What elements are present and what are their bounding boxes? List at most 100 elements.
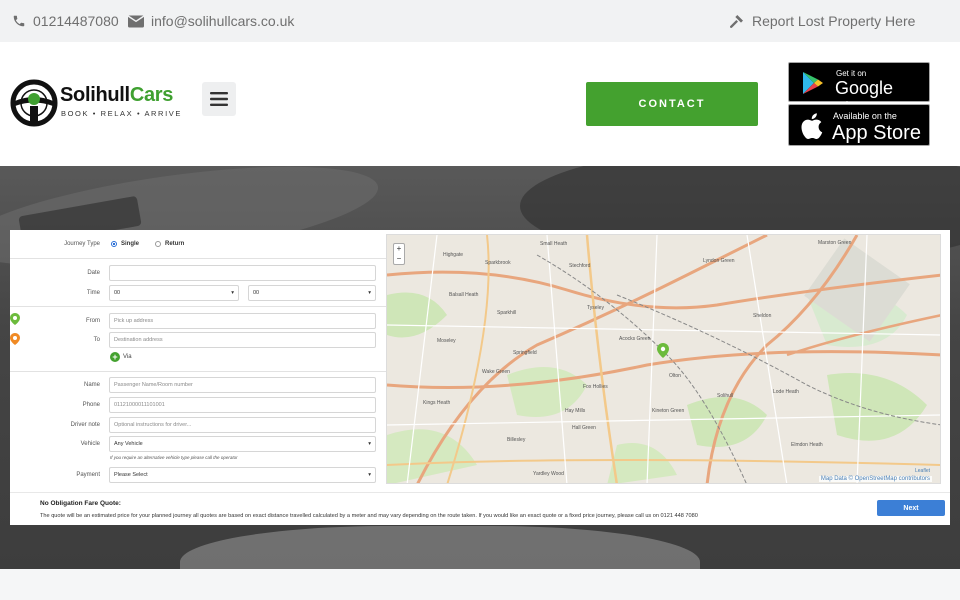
vehicle-select[interactable]: Any Vehicle ▾ (109, 436, 376, 452)
map-place-label: Small Heath (540, 241, 568, 247)
chevron-down-icon: ▾ (368, 290, 371, 296)
hamburger-icon (210, 92, 228, 106)
map-zoom-control[interactable]: + − (393, 243, 405, 265)
map-place-label: Fox Hollies (583, 384, 608, 390)
logo-tagline: BOOK • RELAX • ARRIVE (61, 109, 182, 118)
to-label: To (93, 337, 100, 343)
name-label: Name (83, 382, 100, 388)
map-place-label: Wake Green (482, 369, 510, 375)
hamburger-menu-button[interactable] (202, 82, 236, 116)
journey-single-radio[interactable] (111, 241, 117, 247)
google-play-icon (803, 72, 823, 94)
email-link[interactable]: info@solihullcars.co.uk (128, 11, 294, 31)
journey-return-radio[interactable] (155, 241, 161, 247)
time-minute-select[interactable]: 00 ▾ (248, 285, 376, 301)
map-place-label: Balsall Heath (449, 292, 479, 298)
time-hour-select[interactable]: 00 ▾ (109, 285, 239, 301)
map-place-label: Solihull (717, 393, 734, 399)
map-place-label: Yardley Wood (533, 471, 564, 477)
site-header: SolihullCars BOOK • RELAX • ARRIVE CONTA… (0, 42, 960, 166)
map-place-label: Acocks Green (619, 336, 651, 342)
booking-form: Journey Type Single Return Date Time 00 ▾… (10, 230, 388, 490)
time-minute-value: 00 (253, 290, 260, 296)
map-attribution[interactable]: Map Data © OpenStreetMap contributors (818, 476, 932, 482)
via-label[interactable]: Via (123, 354, 132, 360)
map-place-label: Marston Green (818, 240, 852, 246)
phone-icon (13, 15, 25, 27)
vehicle-value: Any Vehicle (114, 441, 143, 447)
chevron-down-icon: ▾ (368, 472, 371, 478)
fare-quote-section: No Obligation Fare Quote: The quote will… (10, 492, 950, 525)
divider (10, 371, 388, 372)
pickup-address-input[interactable]: Pick up address (109, 313, 376, 329)
google-play-small-text: Get it on (836, 69, 867, 78)
map-place-label: Moseley (437, 338, 456, 344)
passenger-name-input[interactable]: Passenger Name/Room number (109, 377, 376, 393)
phone-input[interactable]: 01121000011101001 (109, 397, 376, 413)
app-store-badge[interactable]: Available on the App Store (788, 104, 930, 146)
booking-widget: Journey Type Single Return Date Time 00 ▾… (10, 230, 950, 525)
hammer-icon (729, 15, 743, 29)
driver-note-input[interactable]: Optional instructions for driver... (109, 417, 376, 433)
map-place-label: Highgate (443, 252, 464, 258)
map-place-label: Tyseley (587, 305, 604, 311)
map-place-label: Elmdon Heath (791, 442, 823, 448)
map-place-label: Hall Green (572, 425, 596, 431)
divider (10, 306, 388, 307)
route-map[interactable]: Small Heath Highgate Sparkbrook Balsall … (386, 234, 941, 484)
zoom-out-button[interactable]: − (394, 254, 404, 264)
destination-address-input[interactable]: Destination address (109, 332, 376, 348)
add-via-icon[interactable]: + (110, 352, 120, 362)
date-label: Date (87, 270, 100, 276)
journey-return-label: Return (165, 241, 185, 247)
map-tiles (387, 235, 940, 483)
map-place-label: Sheldon (753, 313, 772, 319)
map-place-label: Olton (669, 373, 681, 379)
envelope-icon (128, 15, 144, 27)
driver-note-label: Driver note (70, 422, 100, 428)
apple-icon (801, 113, 823, 140)
phone-label: Phone (82, 402, 100, 408)
next-button[interactable]: Next (877, 500, 945, 516)
from-label: From (86, 318, 100, 324)
app-store-small-text: Available on the (833, 111, 897, 121)
phone-number: 01214487080 (33, 13, 119, 29)
vehicle-hint: If you require an alternative vehicle ty… (110, 455, 238, 460)
vehicle-label: Vehicle (80, 441, 100, 447)
logo-wordmark: SolihullCars (60, 84, 174, 106)
report-lost-property-link[interactable]: Report Lost Property Here (729, 11, 915, 31)
google-play-badge[interactable]: Get it on Google play (788, 62, 930, 119)
hero-section: Journey Type Single Return Date Time 00 ▾… (0, 166, 960, 569)
time-label: Time (86, 290, 100, 296)
map-place-label: Lyndon Green (703, 258, 735, 264)
payment-value: Please Select (114, 472, 148, 478)
map-place-label: Kings Heath (423, 400, 451, 406)
map-place-label: Billesley (507, 437, 526, 443)
map-place-label: Springfield (513, 350, 537, 356)
steering-wheel-icon (10, 79, 58, 127)
payment-select[interactable]: Please Select ▾ (109, 467, 376, 483)
contact-button[interactable]: CONTACT (586, 82, 758, 126)
payment-label: Payment (76, 472, 100, 478)
map-place-label: Sparkhill (497, 310, 517, 316)
map-place-label: Kineton Green (652, 408, 685, 414)
leaflet-link[interactable]: Leaflet (915, 468, 930, 474)
time-hour-value: 00 (114, 290, 121, 296)
chevron-down-icon: ▾ (231, 290, 234, 296)
map-place-label: Stechford (569, 263, 591, 269)
divider (10, 258, 388, 259)
map-place-label: Sparkbrook (485, 260, 511, 266)
hero-background-shape (180, 526, 700, 569)
map-place-label: Lode Heath (773, 389, 799, 395)
date-input[interactable] (109, 265, 376, 281)
top-bar: 01214487080 info@solihullcars.co.uk Repo… (0, 0, 960, 42)
solihull-cars-logo[interactable]: SolihullCars BOOK • RELAX • ARRIVE (10, 79, 190, 129)
chevron-down-icon: ▾ (368, 441, 371, 447)
zoom-in-button[interactable]: + (394, 244, 404, 254)
fare-quote-title: No Obligation Fare Quote: (40, 500, 121, 507)
phone-link[interactable]: 01214487080 (12, 11, 119, 31)
app-store-big-text: App Store (832, 122, 921, 144)
map-place-label: Hay Mills (565, 408, 586, 414)
report-lost-property-text: Report Lost Property Here (752, 13, 916, 29)
journey-single-label: Single (121, 241, 140, 247)
